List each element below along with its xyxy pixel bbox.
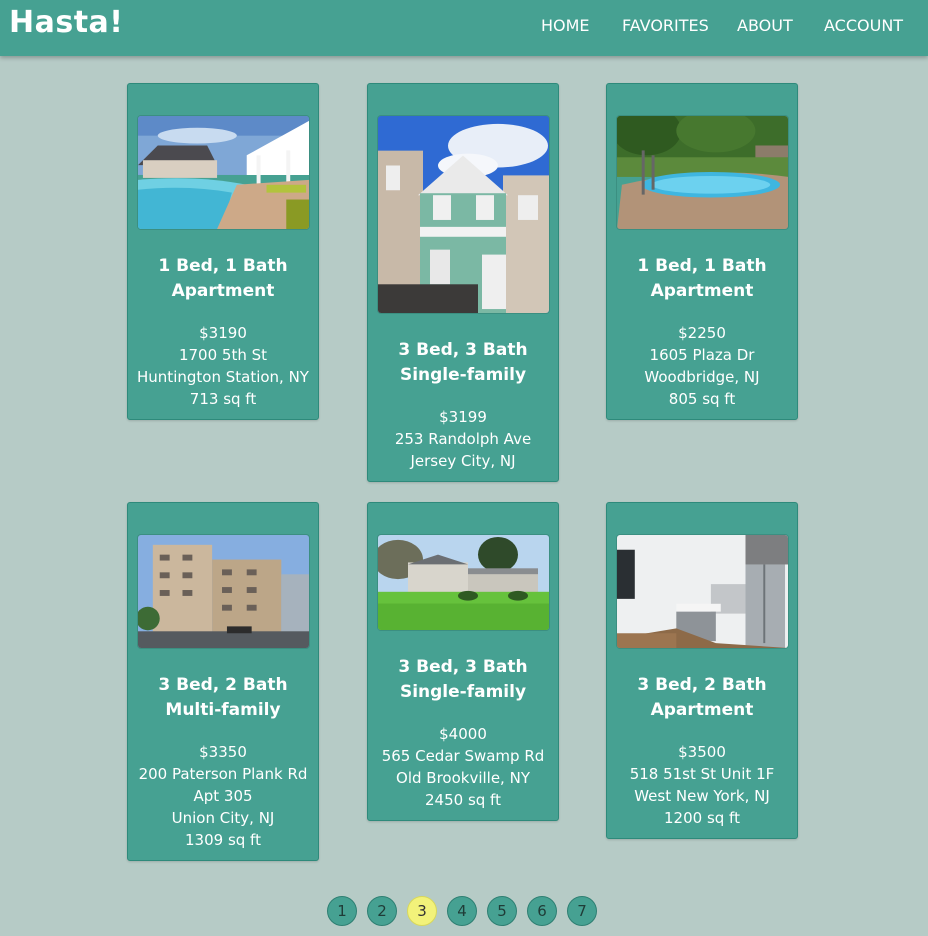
listing-details: $2250 1605 Plaza Dr Woodbridge, NJ 805 s… bbox=[607, 322, 797, 410]
listing-price: $4000 bbox=[439, 725, 487, 743]
title-line: 3 Bed, 3 Bath bbox=[398, 340, 528, 360]
page-button-2[interactable]: 2 bbox=[367, 896, 397, 926]
title-line: Multi-family bbox=[165, 700, 281, 720]
listing-details: $3199 253 Randolph Ave Jersey City, NJ bbox=[368, 406, 558, 472]
listing-street: 253 Randolph Ave bbox=[394, 430, 532, 448]
listing-card[interactable]: 1 Bed, 1 Bath Apartment $2250 1605 Plaza… bbox=[606, 83, 798, 420]
page-button-3-current[interactable]: 3 bbox=[407, 896, 437, 926]
listing-city: Huntington Station, NY bbox=[137, 368, 309, 386]
listing-street: 200 Paterson Plank Rd bbox=[138, 765, 308, 783]
listing-title: 3 Bed, 2 Bath Multi-family bbox=[128, 673, 318, 723]
listing-price: $3500 bbox=[678, 743, 726, 761]
listing-unit: Apt 305 bbox=[193, 787, 253, 805]
listing-card[interactable]: 3 Bed, 2 Bath Multi-family $3350 200 Pat… bbox=[127, 502, 319, 861]
resort-pool-photo bbox=[137, 115, 310, 230]
title-line: 3 Bed, 2 Bath bbox=[158, 675, 288, 695]
page-button-4[interactable]: 4 bbox=[447, 896, 477, 926]
listing-price: $3350 bbox=[199, 743, 247, 761]
listing-sqft: 805 sq ft bbox=[668, 390, 736, 408]
listing-price: $3199 bbox=[439, 408, 487, 426]
title-line: Single-family bbox=[399, 682, 527, 702]
listing-card[interactable]: 3 Bed, 3 Bath Single-family $3199 253 Ra… bbox=[367, 83, 559, 482]
title-line: Apartment bbox=[650, 700, 754, 720]
title-line: 3 Bed, 2 Bath bbox=[637, 675, 767, 695]
listing-title: 3 Bed, 3 Bath Single-family bbox=[368, 338, 558, 388]
page-button-1[interactable]: 1 bbox=[327, 896, 357, 926]
title-line: 3 Bed, 3 Bath bbox=[398, 657, 528, 677]
listing-card[interactable]: 3 Bed, 2 Bath Apartment $3500 518 51st S… bbox=[606, 502, 798, 839]
listing-city: Jersey City, NJ bbox=[410, 452, 516, 470]
listing-street: 1605 Plaza Dr bbox=[649, 346, 755, 364]
listing-price: $2250 bbox=[678, 324, 726, 342]
listing-street: 518 51st St Unit 1F bbox=[629, 765, 775, 783]
listing-title: 3 Bed, 3 Bath Single-family bbox=[368, 655, 558, 705]
page-button-5[interactable]: 5 bbox=[487, 896, 517, 926]
nav-favorites[interactable]: FAVORITES bbox=[622, 16, 709, 35]
listing-street: 565 Cedar Swamp Rd bbox=[381, 747, 545, 765]
page-button-6[interactable]: 6 bbox=[527, 896, 557, 926]
title-line: Apartment bbox=[650, 281, 754, 301]
nav-account[interactable]: ACCOUNT bbox=[824, 16, 903, 35]
listing-title: 1 Bed, 1 Bath Apartment bbox=[128, 254, 318, 304]
listing-sqft: 1309 sq ft bbox=[185, 831, 261, 849]
townhouse-photo bbox=[377, 115, 550, 314]
listing-street: 1700 5th St bbox=[178, 346, 268, 364]
title-line: Apartment bbox=[171, 281, 275, 301]
title-line: 1 Bed, 1 Bath bbox=[158, 256, 288, 276]
title-line: Single-family bbox=[399, 365, 527, 385]
top-navbar: Hasta! HOME FAVORITES ABOUT ACCOUNT bbox=[0, 0, 928, 56]
listing-sqft: 2450 sq ft bbox=[425, 791, 501, 809]
nav-about[interactable]: ABOUT bbox=[737, 16, 793, 35]
listing-card[interactable]: 3 Bed, 3 Bath Single-family $4000 565 Ce… bbox=[367, 502, 559, 821]
listing-sqft: 713 sq ft bbox=[189, 390, 257, 408]
listing-price: $3190 bbox=[199, 324, 247, 342]
kitchen-photo bbox=[616, 534, 789, 649]
listing-title: 3 Bed, 2 Bath Apartment bbox=[607, 673, 797, 723]
listing-details: $4000 565 Cedar Swamp Rd Old Brookville,… bbox=[368, 723, 558, 811]
listing-details: $3190 1700 5th St Huntington Station, NY… bbox=[128, 322, 318, 410]
listing-city: West New York, NJ bbox=[634, 787, 770, 805]
brand-logo[interactable]: Hasta! bbox=[9, 5, 123, 40]
title-line: 1 Bed, 1 Bath bbox=[637, 256, 767, 276]
listing-details: $3500 518 51st St Unit 1F West New York,… bbox=[607, 741, 797, 829]
listing-city: Old Brookville, NY bbox=[396, 769, 530, 787]
listing-title: 1 Bed, 1 Bath Apartment bbox=[607, 254, 797, 304]
page-button-7[interactable]: 7 bbox=[567, 896, 597, 926]
listing-details: $3350 200 Paterson Plank Rd Apt 305 Unio… bbox=[128, 741, 318, 851]
apartment-building-photo bbox=[137, 534, 310, 649]
listing-card[interactable]: 1 Bed, 1 Bath Apartment $3190 1700 5th S… bbox=[127, 83, 319, 420]
listing-city: Woodbridge, NJ bbox=[644, 368, 760, 386]
nav-home[interactable]: HOME bbox=[541, 16, 590, 35]
listing-sqft: 1200 sq ft bbox=[664, 809, 740, 827]
listing-city: Union City, NJ bbox=[171, 809, 275, 827]
backyard-pool-photo bbox=[616, 115, 789, 230]
house-lawn-photo bbox=[377, 534, 550, 631]
